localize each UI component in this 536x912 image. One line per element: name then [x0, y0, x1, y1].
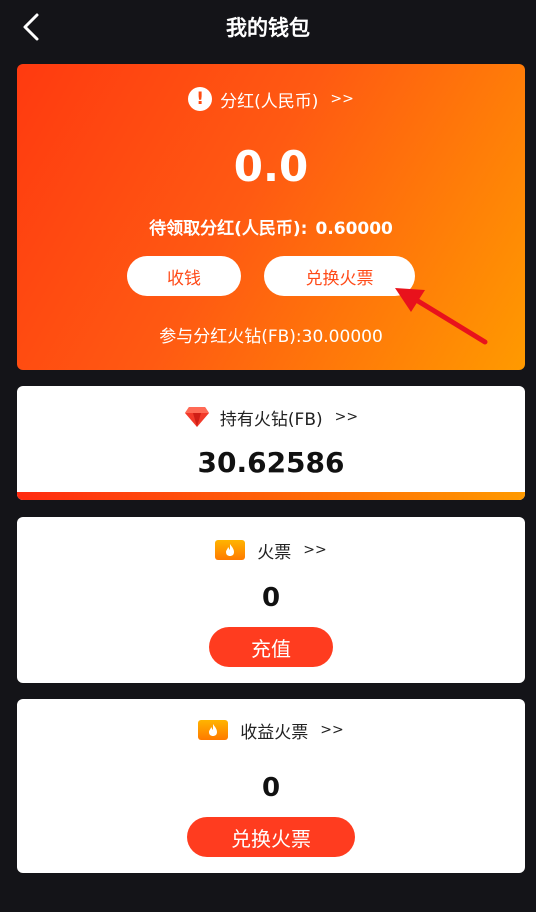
gradient-bar [17, 492, 525, 500]
diamond-icon [184, 407, 209, 427]
fb-holdings-title-row[interactable]: 持有火钻(FB) >> [17, 404, 525, 430]
fb-holdings-card: 持有火钻(FB) >> 30.62586 [17, 386, 525, 500]
page-title: 我的钱包 [226, 16, 310, 40]
top-bar: 我的钱包 [0, 0, 536, 54]
dividend-title: 分红(人民币) [220, 91, 319, 112]
income-ticket-value: 0 [261, 773, 281, 803]
fb-holdings-value: 30.62586 [197, 446, 345, 479]
fb-holdings-title: 持有火钻(FB) [219, 409, 323, 430]
flame-ticket-icon [198, 720, 229, 740]
fb-holdings-more: >> [334, 409, 359, 425]
exclamation-icon: ! [188, 87, 213, 111]
ticket-card: 火票 >> 0 充值 [17, 517, 525, 683]
recharge-button[interactable]: 充值 [209, 627, 333, 667]
ticket-more: >> [303, 542, 327, 558]
dividend-more: >> [330, 91, 354, 107]
exchange-income-button[interactable]: 兑换火票 [187, 817, 355, 857]
income-ticket-title-row[interactable]: 收益火票 >> [17, 717, 525, 743]
pending-dividend: 待领取分红(人民币): 0.60000 [17, 214, 525, 239]
dividend-card: ! 分红(人民币) >> 0.0 待领取分红(人民币): 0.60000 收钱 兑… [17, 64, 525, 370]
ticket-title: 火票 [257, 542, 292, 563]
income-ticket-title: 收益火票 [240, 722, 309, 743]
collect-button[interactable]: 收钱 [127, 256, 241, 296]
dividend-amount: 0.0 [233, 142, 309, 191]
income-ticket-card: 收益火票 >> 0 兑换火票 [17, 699, 525, 873]
flame-ticket-icon [215, 540, 246, 560]
ticket-title-row[interactable]: 火票 >> [17, 537, 525, 563]
ticket-value: 0 [261, 583, 281, 613]
annotation-arrow-icon [395, 288, 488, 345]
dividend-title-row[interactable]: ! 分红(人民币) >> [17, 86, 525, 112]
pending-dividend-label: 待领取分红(人民币): [149, 219, 308, 239]
pending-dividend-value: 0.60000 [315, 219, 393, 239]
income-ticket-more: >> [320, 722, 344, 738]
